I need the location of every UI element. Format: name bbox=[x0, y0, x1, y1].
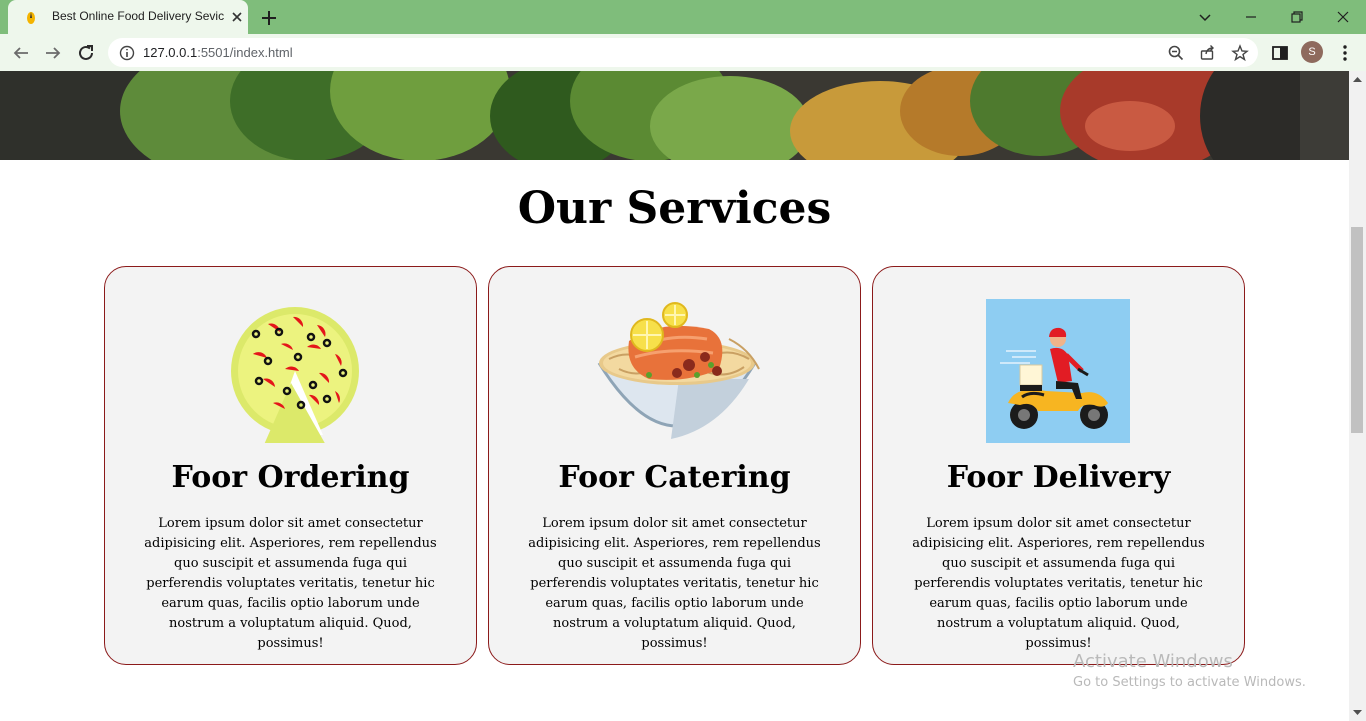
service-title: Foor Delivery bbox=[946, 460, 1171, 495]
close-tab-icon[interactable] bbox=[228, 8, 246, 26]
new-tab-icon[interactable] bbox=[258, 7, 280, 29]
side-panel-icon[interactable] bbox=[1269, 42, 1291, 64]
site-info-icon[interactable] bbox=[117, 43, 137, 63]
service-description: Lorem ipsum dolor sit amet consectetur a… bbox=[144, 516, 437, 651]
browser-toolbar: 127.0.0.1:5501/index.html S bbox=[0, 34, 1366, 71]
back-icon[interactable] bbox=[10, 42, 32, 64]
tab-title: Best Online Food Delivery Sevice bbox=[52, 9, 224, 23]
service-card-delivery: Foor Delivery Lorem ipsum dolor sit amet… bbox=[872, 266, 1245, 665]
delivery-scooter-icon bbox=[986, 299, 1130, 443]
share-icon[interactable] bbox=[1198, 43, 1218, 63]
url-text[interactable]: 127.0.0.1:5501/index.html bbox=[143, 45, 293, 60]
more-menu-icon[interactable] bbox=[1334, 42, 1356, 64]
windows-activation-watermark: Activate Windows Go to Settings to activ… bbox=[1073, 651, 1306, 690]
salmon-bowl-icon bbox=[597, 302, 760, 439]
forward-icon[interactable] bbox=[42, 42, 64, 64]
tab-search-icon[interactable] bbox=[1194, 6, 1216, 28]
zoom-icon[interactable] bbox=[1166, 43, 1186, 63]
bookmark-star-icon[interactable] bbox=[1230, 43, 1250, 63]
hero-food-image bbox=[0, 71, 1349, 160]
scroll-down-icon[interactable] bbox=[1352, 709, 1363, 717]
service-description: Lorem ipsum dolor sit amet consectetur a… bbox=[528, 516, 821, 651]
pizza-icon bbox=[231, 307, 359, 443]
profile-avatar[interactable]: S bbox=[1301, 41, 1323, 63]
close-window-icon[interactable] bbox=[1332, 6, 1354, 28]
minimize-icon[interactable] bbox=[1240, 6, 1262, 28]
reload-icon[interactable] bbox=[75, 42, 97, 64]
address-bar[interactable]: 127.0.0.1:5501/index.html bbox=[108, 38, 1258, 67]
section-title: Our Services bbox=[517, 183, 832, 234]
scroll-up-icon[interactable] bbox=[1352, 75, 1363, 83]
service-card-catering: Foor Catering Lorem ipsum dolor sit amet… bbox=[488, 266, 861, 665]
favicon-icon bbox=[27, 12, 35, 24]
restore-icon[interactable] bbox=[1286, 6, 1308, 28]
service-description: Lorem ipsum dolor sit amet consectetur a… bbox=[912, 516, 1205, 651]
page-scrollbar[interactable] bbox=[1349, 71, 1366, 721]
service-card-ordering: Foor Ordering Lorem ipsum dolor sit amet… bbox=[104, 266, 477, 665]
page-viewport: Our Services Foor Ordering Lorem ipsum d… bbox=[0, 71, 1349, 721]
scrollbar-thumb[interactable] bbox=[1351, 227, 1363, 433]
tab-bar: Best Online Food Delivery Sevice bbox=[0, 0, 1366, 34]
service-title: Foor Catering bbox=[558, 460, 791, 495]
browser-tab[interactable]: Best Online Food Delivery Sevice bbox=[8, 0, 248, 34]
service-title: Foor Ordering bbox=[171, 460, 410, 495]
